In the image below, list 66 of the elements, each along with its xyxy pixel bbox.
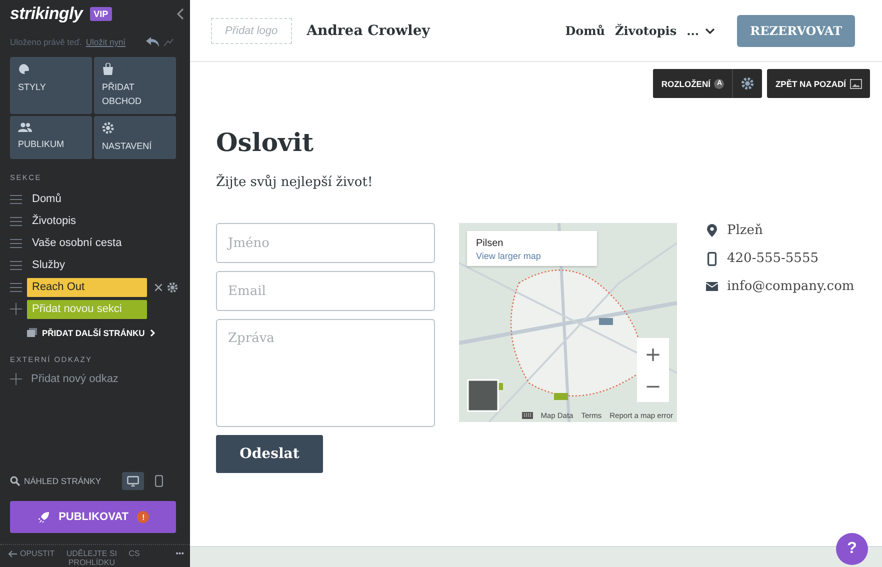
more-button[interactable]: ••• <box>176 549 184 558</box>
collapse-icon[interactable] <box>176 8 184 20</box>
site-title[interactable]: Andrea Crowley <box>306 22 430 38</box>
palette-icon <box>18 63 30 75</box>
bag-icon <box>102 63 115 75</box>
input-field[interactable]: Jméno <box>216 223 435 263</box>
drag-handle-icon[interactable] <box>10 216 22 226</box>
vip-badge: VIP <box>90 7 112 21</box>
submit-button[interactable]: Odeslat <box>216 435 323 473</box>
gear-icon[interactable] <box>741 77 754 90</box>
close-icon[interactable] <box>155 284 162 290</box>
pages-icon <box>27 328 37 337</box>
tour-link[interactable]: UDĚLEJTE SI PROHLÍDKU <box>62 549 121 567</box>
section-item[interactable]: Služby <box>31 256 66 274</box>
add-link[interactable]: Přidat nový odkaz <box>31 373 118 385</box>
menu-tile[interactable]: PŘIDAT OBCHOD <box>94 57 176 114</box>
envelope-icon <box>706 282 718 291</box>
phone-icon <box>706 252 718 266</box>
contact-text: 420-555-5555 <box>727 251 818 266</box>
plus-icon <box>10 303 22 315</box>
gear-icon[interactable] <box>167 282 178 292</box>
rocket-icon <box>36 510 50 524</box>
section-item[interactable]: Domů <box>31 190 62 208</box>
section-subtitle: Žijte svůj nejlepší život! <box>216 175 374 190</box>
drag-handle-icon[interactable] <box>10 238 22 248</box>
chevron-icon <box>150 328 155 336</box>
arrow-left-icon <box>8 550 17 558</box>
search-icon <box>10 476 20 486</box>
keyboard-icon[interactable] <box>522 412 533 419</box>
menu-tile[interactable]: STYLY <box>10 57 92 114</box>
save-status: Uloženo právě teď. <box>10 37 82 47</box>
contact-text: Plzeň <box>727 223 763 238</box>
section-item[interactable]: Vaše osobní cesta <box>31 234 122 252</box>
drag-handle-icon[interactable] <box>10 260 22 270</box>
chevron-down-icon <box>705 28 716 34</box>
section-title: Oslovit <box>216 128 315 157</box>
map-place-title: Pilsen <box>476 238 504 249</box>
help-button[interactable]: ? <box>836 533 868 565</box>
contact-text: info@company.com <box>727 279 854 294</box>
desktop-icon[interactable] <box>122 472 144 490</box>
message-field[interactable]: Zpráva <box>216 319 435 427</box>
image-icon <box>850 78 862 88</box>
nav-more-button[interactable]: ... <box>686 24 716 38</box>
location-pin-icon <box>706 224 718 237</box>
drag-handle-icon[interactable] <box>10 282 22 292</box>
preview-label: NÁHLED STRÁNKY <box>24 476 101 486</box>
nav-link[interactable]: Životopis <box>615 24 677 38</box>
nav-link[interactable]: Domů <box>565 24 606 38</box>
language-link[interactable]: CS <box>128 549 140 558</box>
menu-tile[interactable]: NASTAVENÍ <box>94 116 176 159</box>
undo-icon[interactable] <box>146 37 159 47</box>
plus-icon <box>10 373 22 385</box>
logo[interactable]: strikingly <box>10 4 83 24</box>
drag-handle-icon[interactable] <box>10 194 22 204</box>
background-button[interactable]: ZPĚT NA POZADÍ <box>767 69 870 98</box>
input-field[interactable]: Email <box>216 271 435 311</box>
publish-button[interactable]: PUBLIKOVAT ! <box>10 501 176 533</box>
warning-badge: ! <box>137 511 150 523</box>
menu-tile[interactable]: PUBLIKUM <box>10 116 92 159</box>
gear-icon <box>102 122 114 134</box>
people-icon <box>18 122 32 132</box>
section-item[interactable]: Životopis <box>31 212 76 230</box>
exit-link[interactable]: OPUSTIT <box>8 549 55 558</box>
add-page-link[interactable]: PŘIDAT DALŠÍ STRÁNKU <box>42 328 145 338</box>
section-item[interactable]: Reach Out <box>27 278 147 296</box>
larger-map-link[interactable]: View larger map <box>476 251 588 261</box>
